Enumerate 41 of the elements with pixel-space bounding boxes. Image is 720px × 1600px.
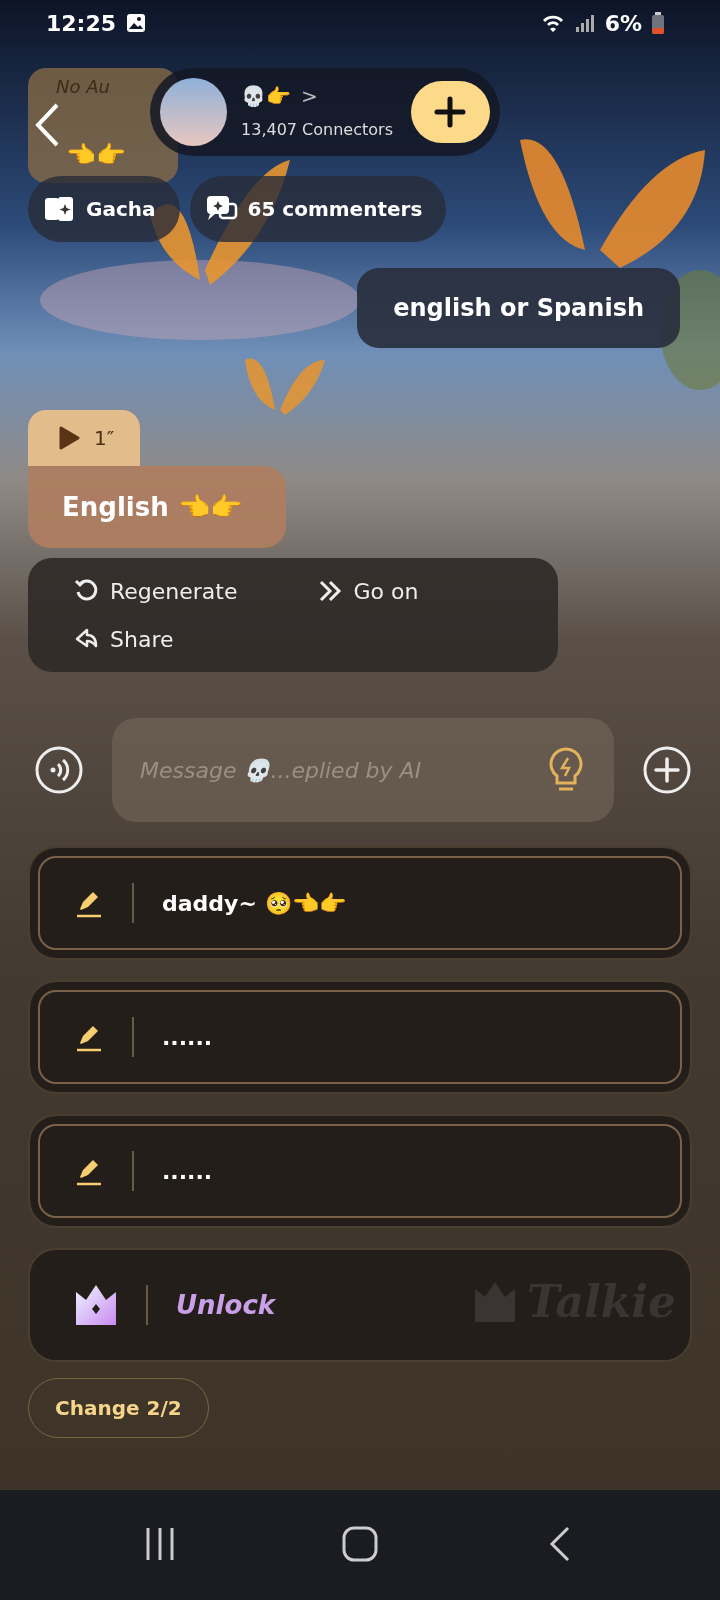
signal-icon [574,13,595,33]
plus-icon [642,745,692,795]
reply-suggestion[interactable]: ...... [28,980,692,1094]
plus-icon [434,96,467,128]
double-chevron-icon [317,578,344,604]
share-button[interactable]: Share [54,622,194,656]
voice-play-button[interactable]: 1″ [28,410,141,466]
gacha-button[interactable]: Gacha [28,176,180,242]
chevron-text: > [301,84,318,108]
go-on-button[interactable]: Go on [297,574,439,608]
character-header[interactable]: 💀👉 > 13,407 Connectors [150,68,500,156]
battery-icon [652,12,664,34]
avatar[interactable] [160,78,228,146]
home-icon [342,1525,378,1562]
play-icon [58,426,80,450]
suggestion-text: daddy~ 🥺👈👉 [162,890,346,916]
reply-suggestion[interactable]: daddy~ 🥺👈👉 [28,846,692,960]
battery-percent: 6% [604,10,642,36]
gallery-icon [126,13,147,33]
clock-text: 12:25 [46,10,117,36]
voice-mode-button[interactable] [34,745,84,795]
ai-message: English 👈👉 [28,466,286,548]
regenerate-button[interactable]: Regenerate [54,574,258,608]
crown-icon [74,1284,118,1326]
crown-icon [473,1280,518,1323]
unlock-text: Unlock [176,1290,276,1320]
emoji-text: 👈👉 [66,140,126,170]
add-button[interactable] [410,81,490,143]
add-button[interactable] [642,745,692,795]
suggestion-text: ...... [162,1024,213,1050]
back-icon [33,102,61,148]
home-button[interactable] [342,1525,378,1565]
sound-waves-icon [34,745,84,795]
comments-button[interactable]: 65 commenters [189,176,447,242]
character-name: 💀👉 [241,84,292,108]
cards-icon [44,194,76,224]
connectors-count: 13,407 Connectors [241,120,393,140]
lightbulb-icon[interactable] [546,746,586,794]
user-message: english or Spanish [357,268,680,348]
suggestion-text: ...... [162,1158,213,1184]
reply-suggestion[interactable]: ...... [28,1114,692,1228]
